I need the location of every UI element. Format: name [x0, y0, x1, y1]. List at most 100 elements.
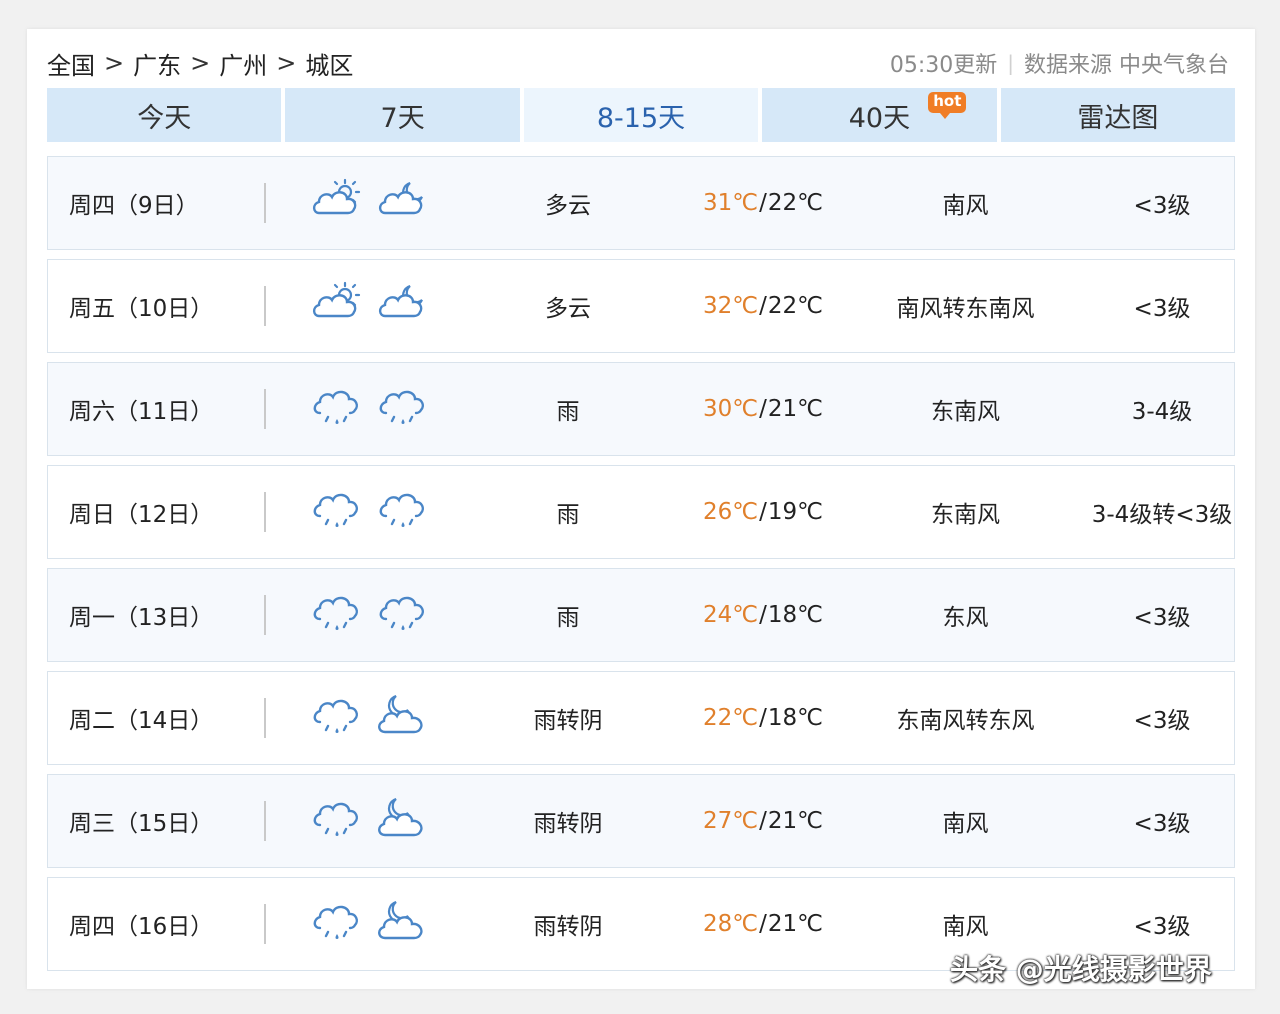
- wind-direction: 南风转东南风: [896, 296, 1035, 322]
- temp-slash: /: [759, 705, 767, 731]
- forecast-date: 周日（12日）: [69, 502, 214, 528]
- low-temp: 21℃: [767, 808, 823, 834]
- row-divider: [264, 595, 266, 635]
- high-temp: 26℃: [703, 499, 759, 525]
- low-temp: 21℃: [767, 396, 823, 422]
- tab-radar[interactable]: 雷达图: [1000, 88, 1236, 142]
- rain-icon: [310, 486, 364, 538]
- top-bar: 全国 > 广东 > 广州 > 城区 05:30更新 | 数据来源 中央气象台: [47, 43, 1229, 83]
- data-source-info: 05:30更新 | 数据来源 中央气象台: [890, 47, 1229, 79]
- high-temp: 22℃: [703, 705, 759, 731]
- forecast-tabs: 今天 7天 8-15天 40天 hot 雷达图: [47, 88, 1236, 142]
- tab-label: 雷达图: [1077, 102, 1159, 134]
- weather-card: 全国 > 广东 > 广州 > 城区 05:30更新 | 数据来源 中央气象台 今…: [27, 29, 1255, 989]
- overcast-night-icon: [376, 795, 430, 847]
- wind-level: <3级: [1133, 296, 1191, 322]
- forecast-date: 周一（13日）: [69, 605, 214, 631]
- tab-7-days[interactable]: 7天: [285, 88, 520, 142]
- data-source-label: 数据来源 中央气象台: [1024, 53, 1229, 78]
- row-divider: [264, 801, 266, 841]
- breadcrumb-separator: >: [104, 49, 125, 77]
- row-divider: [264, 698, 266, 738]
- breadcrumb-guangdong[interactable]: 广东: [133, 46, 181, 81]
- tab-8-15-days[interactable]: 8-15天: [523, 88, 759, 142]
- breadcrumb-separator: >: [276, 49, 297, 77]
- rain-icon: [310, 383, 364, 435]
- temp-slash: /: [759, 396, 767, 422]
- overcast-night-icon: [376, 898, 430, 950]
- temperature: 30℃/21℃: [688, 363, 838, 455]
- wind-level: 3-4级: [1131, 399, 1193, 425]
- source-divider: |: [1007, 51, 1014, 75]
- breadcrumb-national[interactable]: 全国: [47, 46, 95, 81]
- weather-icons: [310, 878, 440, 970]
- weather-description: 多云: [545, 296, 591, 322]
- wind-direction: 南风: [942, 193, 989, 219]
- breadcrumb-district: 城区: [305, 51, 354, 80]
- weather-icons: [310, 775, 440, 867]
- breadcrumb-separator: >: [190, 49, 211, 77]
- weather-description: 雨转阴: [533, 914, 603, 940]
- wind-level: 3-4级转<3级: [1091, 502, 1233, 528]
- tab-label: 7天: [380, 102, 425, 134]
- low-temp: 22℃: [767, 190, 823, 216]
- high-temp: 24℃: [703, 602, 759, 628]
- wind-direction: 南风: [942, 811, 989, 837]
- rain-icon: [310, 692, 364, 744]
- row-divider: [264, 904, 266, 944]
- row-divider: [264, 389, 266, 429]
- temperature: 28℃/21℃: [688, 878, 838, 970]
- temp-slash: /: [759, 911, 767, 937]
- temp-slash: /: [759, 499, 767, 525]
- high-temp: 28℃: [703, 911, 759, 937]
- forecast-row: 周二（14日） 雨转阴 22℃/18℃ 东南风转东风 <3级: [47, 671, 1235, 765]
- low-temp: 21℃: [767, 911, 823, 937]
- row-divider: [264, 183, 266, 223]
- forecast-row: 周日（12日） 雨 26℃/19℃ 东南风 3-4级转<3级: [47, 465, 1235, 559]
- rain-icon: [310, 589, 364, 641]
- wind-level: <3级: [1133, 708, 1191, 734]
- low-temp: 18℃: [767, 705, 823, 731]
- low-temp: 18℃: [767, 602, 823, 628]
- forecast-date: 周四（16日）: [69, 914, 214, 940]
- forecast-row: 周三（15日） 雨转阴 27℃/21℃ 南风 <3级: [47, 774, 1235, 868]
- forecast-date: 周六（11日）: [69, 399, 214, 425]
- weather-description: 雨转阴: [533, 708, 603, 734]
- temperature: 22℃/18℃: [688, 672, 838, 764]
- high-temp: 31℃: [703, 190, 759, 216]
- watermark: 头条 @光线摄影世界: [950, 953, 1212, 986]
- partly-cloudy-night-icon: [376, 177, 430, 229]
- tab-label: 40天: [848, 102, 911, 134]
- wind-direction: 东南风转东风: [896, 708, 1035, 734]
- forecast-row: 周五（10日） 多云 32℃/22℃ 南风转东南风 <3级: [47, 259, 1235, 353]
- forecast-date: 周三（15日）: [69, 811, 214, 837]
- hot-badge: hot: [928, 92, 967, 119]
- temperature: 32℃/22℃: [688, 260, 838, 352]
- tab-label: 8-15天: [596, 102, 686, 134]
- wind-level: <3级: [1133, 605, 1191, 631]
- partly-cloudy-night-icon: [376, 280, 430, 332]
- temperature: 24℃/18℃: [688, 569, 838, 661]
- temperature: 26℃/19℃: [688, 466, 838, 558]
- weather-description: 雨: [556, 605, 580, 631]
- rain-icon: [376, 589, 430, 641]
- tab-today[interactable]: 今天: [47, 88, 282, 142]
- low-temp: 19℃: [767, 499, 823, 525]
- weather-description: 雨转阴: [533, 811, 603, 837]
- breadcrumb: 全国 > 广东 > 广州 > 城区: [47, 46, 353, 81]
- weather-icons: [310, 157, 440, 249]
- forecast-list: 周四（9日） 多云 31℃/22℃ 南风 <3级 周五（10日） 多云 32℃/22℃ 南风转东…: [47, 156, 1235, 980]
- high-temp: 27℃: [703, 808, 759, 834]
- temperature: 27℃/21℃: [688, 775, 838, 867]
- weather-icons: [310, 466, 440, 558]
- forecast-row: 周六（11日） 雨 30℃/21℃ 东南风 3-4级: [47, 362, 1235, 456]
- tab-40-days[interactable]: 40天 hot: [762, 88, 997, 142]
- temp-slash: /: [759, 293, 767, 319]
- rain-icon: [310, 898, 364, 950]
- temp-slash: /: [759, 808, 767, 834]
- forecast-row: 周四（9日） 多云 31℃/22℃ 南风 <3级: [47, 156, 1235, 250]
- weather-icons: [310, 672, 440, 764]
- temperature: 31℃/22℃: [688, 157, 838, 249]
- low-temp: 22℃: [767, 293, 823, 319]
- breadcrumb-guangzhou[interactable]: 广州: [219, 46, 267, 81]
